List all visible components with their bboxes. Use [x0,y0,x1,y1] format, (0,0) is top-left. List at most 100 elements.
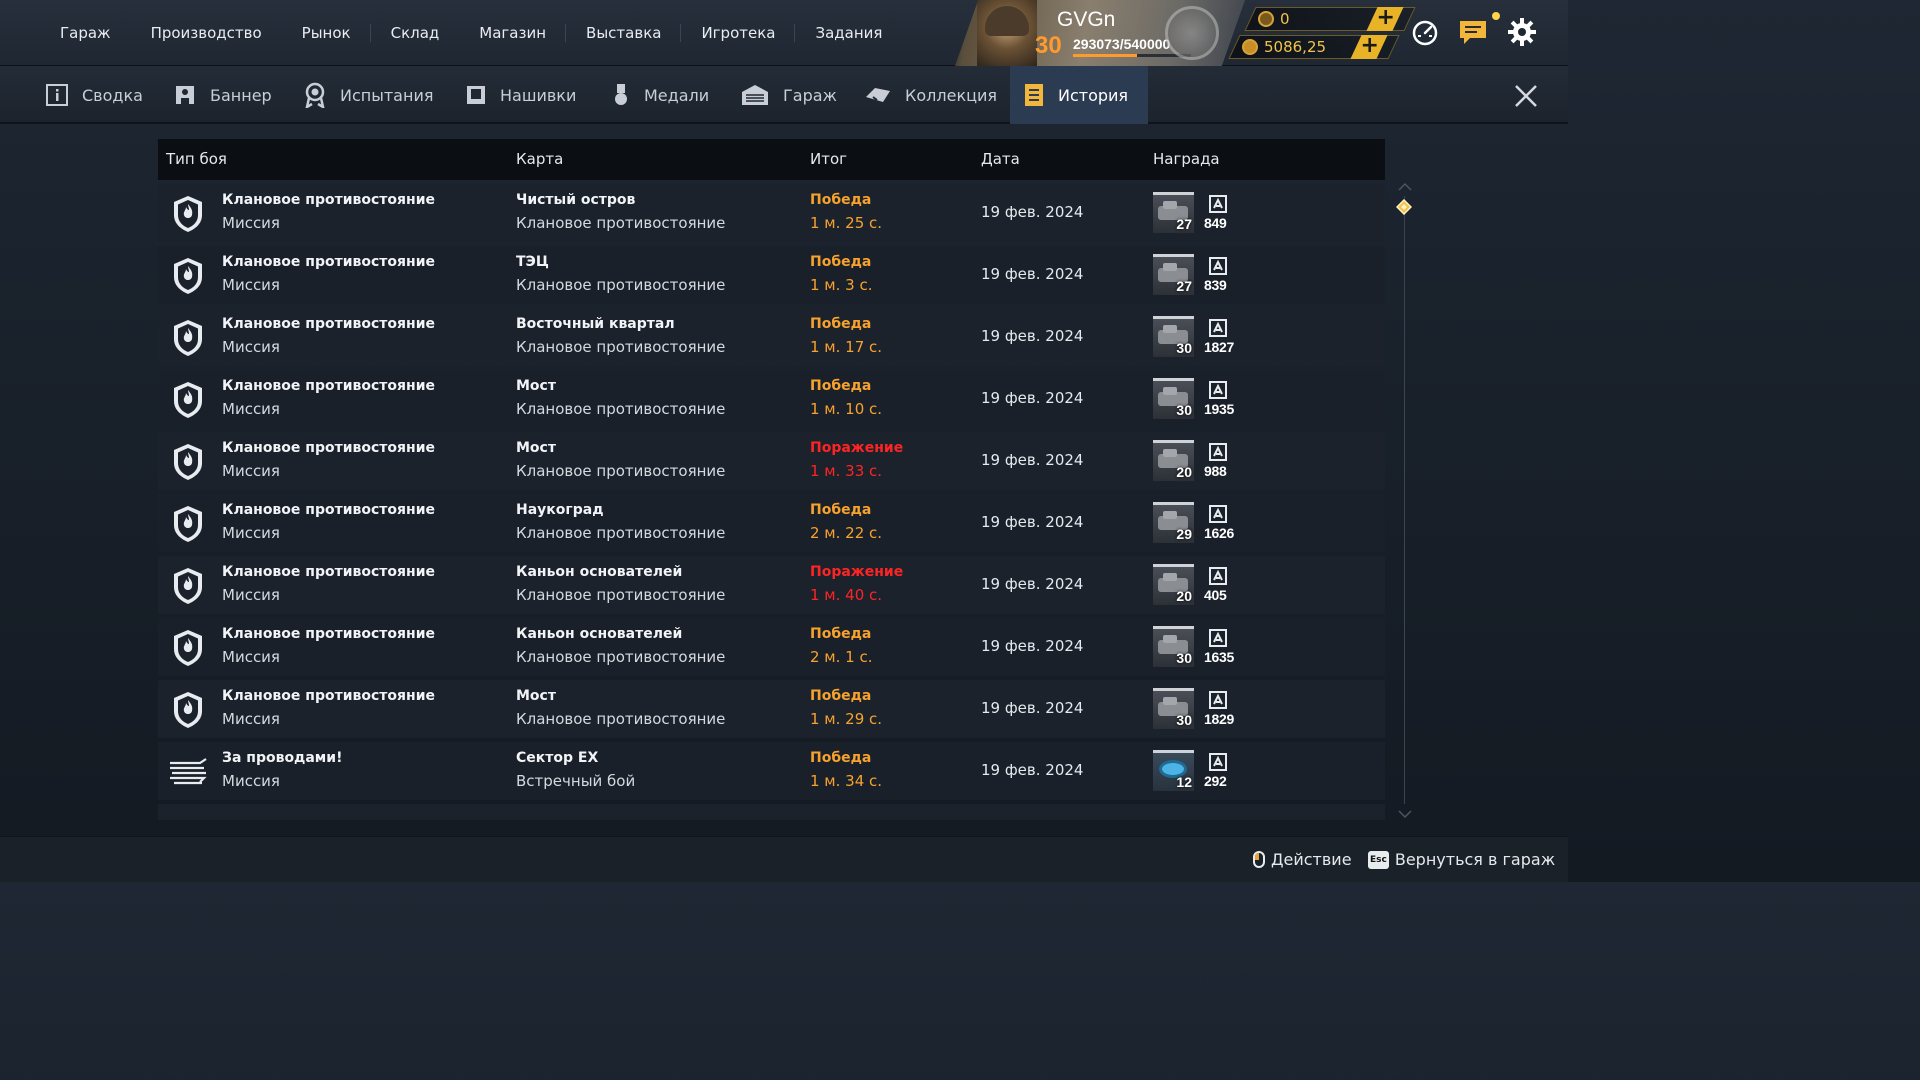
footer-hints: Действие Esc Вернуться в гараж [0,836,1568,882]
chat-icon[interactable] [1457,16,1489,48]
table-row[interactable]: Клановое противостояние Миссия Каньон осно… [158,618,1385,676]
reputation-value: 1626 [1204,525,1234,541]
table-row[interactable]: Клановое противостояние Миссия Мост Кланово… [158,680,1385,738]
battle-mode: Клановое противостояние [222,688,435,704]
column-header-reward[interactable]: Награда [1153,150,1220,168]
coins-display: 0 [1258,10,1290,28]
tab-history[interactable]: История [1010,66,1148,124]
battle-mode: Клановое противостояние [222,254,435,270]
map-mode: Клановое противостояние [516,400,726,418]
nav-item[interactable]: Магазин [459,18,566,48]
scroll-thumb[interactable] [1396,199,1412,215]
speedometer-icon[interactable] [1409,16,1441,48]
battle-subtype: Миссия [222,772,280,790]
clan-shield-icon [174,196,202,232]
tab-summary[interactable]: Сводка [32,66,157,124]
tab-banner[interactable]: Баннер [160,66,286,124]
tab-garage[interactable]: Гараж [727,66,851,124]
reward-count: 27 [1176,278,1192,294]
battle-date: 19 фев. 2024 [981,327,1084,345]
battle-mode: Клановое противостояние [222,564,435,580]
battle-duration: 1 м. 10 с. [810,400,883,418]
tab-label: Испытания [340,85,434,105]
table-row[interactable]: Клановое противостояние Миссия Восточный к… [158,308,1385,366]
nav-item[interactable]: Склад [371,18,460,48]
battle-result: Победа [810,502,872,518]
map-mode: Клановое противостояние [516,462,726,480]
battle-result: Победа [810,316,872,332]
player-avatar [977,0,1037,66]
nav-item[interactable]: Рынок [282,18,371,48]
reward-item[interactable]: 20 [1153,564,1194,605]
battle-duration: 2 м. 22 с. [810,524,883,542]
player-profile[interactable]: 30 GVGn 293073/540000 [955,0,1245,66]
table-row[interactable]: Клановое противостояние Миссия Каньон осно… [158,556,1385,614]
reward-item[interactable]: 30 [1153,688,1194,729]
column-header-map[interactable]: Карта [516,150,563,168]
coin-icon [1258,11,1274,27]
battle-date: 19 фев. 2024 [981,699,1084,717]
table-row[interactable]: Клановое противостояние Миссия Мост Кланово… [158,432,1385,490]
reward-item[interactable]: 30 [1153,316,1194,357]
table-header: Тип боя Карта Итог Дата Награда [158,139,1385,180]
reward-item[interactable]: 12 [1153,750,1194,791]
clan-shield-icon [174,382,202,418]
map-mode: Клановое противостояние [516,338,726,356]
action-hint[interactable]: Действие [1253,850,1352,869]
gear-icon[interactable] [1506,16,1538,48]
table-row[interactable]: Клановое противостояние Миссия ТЭЦ Клановое… [158,246,1385,304]
battle-duration: 1 м. 25 с. [810,214,883,232]
top-bar: Гараж Производство Рынок Склад Магазин Выстав… [0,0,1568,66]
player-level: 30 [1035,32,1062,59]
tab-collection[interactable]: Коллекция [851,66,1011,124]
table-row[interactable]: Клановое противостояние Миссия Наукоград Кл… [158,494,1385,552]
table-row[interactable]: Клановое противостояние Миссия Мост Кланово… [158,370,1385,428]
tab-label: Баннер [210,85,272,105]
battle-mode: Клановое противостояние [222,502,435,518]
map-mode: Клановое противостояние [516,586,726,604]
nav-item[interactable]: Выставка [566,18,682,48]
column-header-type[interactable]: Тип боя [166,150,227,168]
scroll-up-icon[interactable] [1397,181,1413,193]
back-to-garage-hint[interactable]: Esc Вернуться в гараж [1368,850,1555,869]
battle-mode: Клановое противостояние [222,440,435,456]
column-header-result[interactable]: Итог [810,150,847,168]
scroll-down-icon[interactable] [1397,808,1413,820]
nav-item[interactable]: Производство [131,18,282,48]
reputation-value: 1827 [1204,339,1234,355]
reward-item[interactable]: 27 [1153,254,1194,295]
reward-item[interactable]: 20 [1153,440,1194,481]
map-mode: Клановое противостояние [516,648,726,666]
reward-item[interactable]: 30 [1153,626,1194,667]
battle-duration: 1 м. 40 с. [810,586,883,604]
medal-ribbon-icon [305,82,325,108]
table-row[interactable]: За проводами! Миссия Сектор EX Встречный бо… [158,742,1385,800]
crowns-value: 5086,25 [1264,38,1327,56]
table-row[interactable] [158,804,1385,820]
medal-icon [615,84,627,105]
column-header-date[interactable]: Дата [981,150,1020,168]
nav-item[interactable]: Задания [795,18,902,48]
battle-subtype: Миссия [222,648,280,666]
tab-medals[interactable]: Медали [598,66,723,124]
reputation-value: 1935 [1204,401,1234,417]
reward-item[interactable]: 27 [1153,192,1194,233]
nav-item[interactable]: Гараж [40,18,131,48]
battle-subtype: Миссия [222,214,280,232]
reward-item[interactable]: 30 [1153,378,1194,419]
map-name: Мост [516,440,556,456]
map-mode: Встречный бой [516,772,636,790]
close-icon[interactable] [1512,82,1540,110]
scrollbar-track[interactable] [1404,196,1405,804]
nav-item[interactable]: Игротека [681,18,796,48]
clan-shield-icon [174,692,202,728]
tab-challenges[interactable]: Испытания [290,66,447,124]
clan-shield-icon [174,506,202,542]
battle-duration: 1 м. 17 с. [810,338,883,356]
battle-date: 19 фев. 2024 [981,637,1084,655]
table-row[interactable]: Клановое противостояние Миссия Чистый остр… [158,184,1385,242]
reward-item[interactable]: 29 [1153,502,1194,543]
reward-count: 12 [1176,774,1192,790]
tab-patches[interactable]: Нашивки [452,66,590,124]
mouse-left-icon [1253,851,1265,868]
